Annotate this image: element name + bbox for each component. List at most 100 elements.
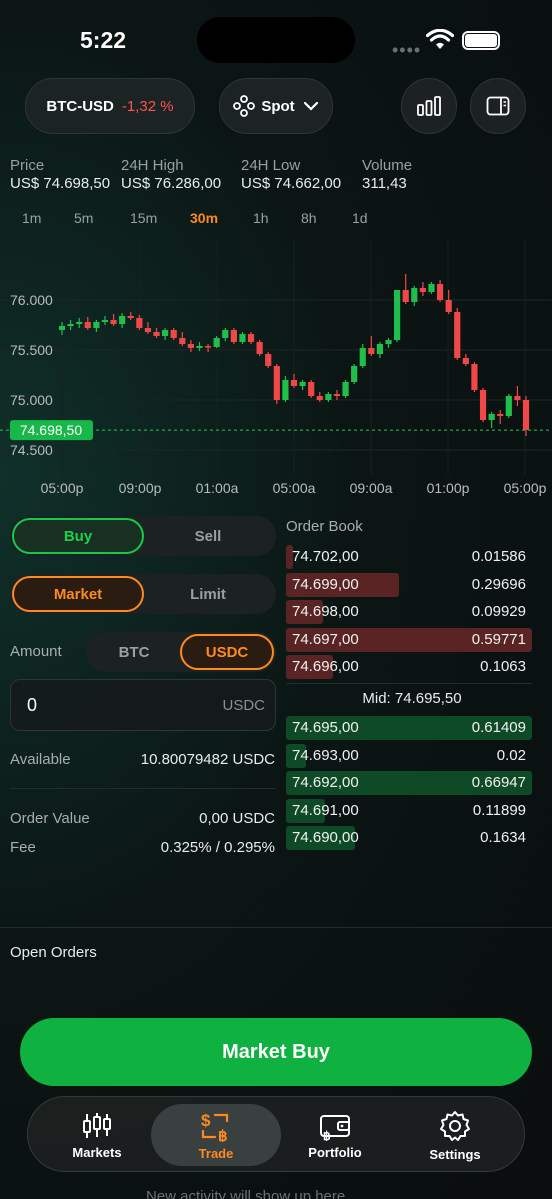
candle-up [93,322,100,328]
timeframe-1h[interactable]: 1h [253,210,269,226]
market-buy-button[interactable]: Market Buy [20,1018,532,1086]
tab-markets[interactable]: Markets [37,1104,157,1166]
candle-down [136,318,143,328]
ask-row[interactable]: 74.697,00 0.59771 [286,627,538,652]
wallet-icon: ฿ [320,1114,350,1141]
amount-value: 0 [27,695,38,715]
timeframe-8h[interactable]: 8h [301,210,317,226]
candle-up [239,334,246,342]
candle-down [308,382,315,396]
timeframe-1m[interactable]: 1m [22,210,41,226]
candle-up [488,414,495,420]
candle-up [351,366,358,382]
ask-price: 74.698,00 [292,603,359,620]
market-type-dropdown[interactable]: Spot [219,78,333,134]
status-time: 5:22 [80,27,127,53]
order-value-label: Order Value [10,810,90,827]
sell-tab[interactable]: Sell [142,518,274,554]
amount-unit: USDC [222,697,265,714]
amount-input[interactable]: 0 USDC [10,679,276,731]
bid-row[interactable]: 74.692,00 0.66947 [286,771,538,795]
buy-tab[interactable]: Buy [12,518,144,554]
ask-row[interactable]: 74.698,00 0.09929 [286,600,538,624]
tab-settings[interactable]: Settings [395,1104,515,1166]
pair-selector[interactable]: BTC-USD -1,32 % [25,78,195,134]
limit-tab[interactable]: Limit [142,576,274,612]
x-tick-label: 01:00a [196,480,239,496]
ask-row[interactable]: 74.702,00 0.01586 [286,545,538,569]
stat-high-label: 24H High [121,157,184,174]
bid-row[interactable]: 74.691,00 0.11899 [286,798,538,823]
stat-price-value: US$ 74.698,50 [10,175,111,192]
bid-size: 0.02 [496,746,526,764]
stat-low-value: US$ 74.662,00 [241,175,342,192]
candle-down [368,348,375,354]
timeframe-15m[interactable]: 15m [130,210,157,226]
candle-down [187,344,194,348]
y-tick-label: 76.000 [10,292,53,308]
bid-row[interactable]: 74.695,00 0.61409 [286,716,538,740]
network-icon [233,95,256,117]
candle-down [497,414,504,416]
tab-trade-label: Trade [198,1145,234,1161]
divider [286,683,532,684]
unit-usdc-tab[interactable]: USDC [180,634,274,670]
ask-row[interactable]: 74.696,00 0.1063 [286,655,538,679]
candle-down [153,332,160,336]
candle-down [454,312,461,358]
tab-trade[interactable]: $ ฿ Trade [151,1104,281,1166]
amount-label: Amount [10,643,62,660]
tab-portfolio[interactable]: ฿ Portfolio [275,1104,395,1166]
market-type-label: Spot [261,97,295,115]
divider [10,788,276,789]
wifi-icon [426,29,454,49]
order-book-mid: Mid: 74.695,50 [362,690,462,707]
order-value: 0,00 USDC [199,810,275,827]
timeframe-1d[interactable]: 1d [352,210,368,226]
ask-size: 0.01586 [471,548,526,565]
panel-toggle-button[interactable] [470,78,526,134]
ask-row[interactable]: 74.699,00 0.29696 [286,572,538,597]
gear-icon [440,1110,470,1141]
order-book-title: Order Book [286,518,363,535]
trade-swap-icon: $ ฿ [201,1111,229,1142]
dynamic-island [197,17,355,63]
tab-markets-label: Markets [72,1144,122,1160]
open-orders-title: Open Orders [10,944,97,961]
timeframe-30m[interactable]: 30m [190,210,218,226]
activity-hint: New activity will show up here [146,1188,346,1199]
candle-down [445,300,452,312]
candle-down [462,358,469,364]
y-tick-label: 75.500 [10,342,53,358]
chart-toggle-button[interactable] [401,78,457,134]
candle-down [316,396,323,400]
fee-value: 0.325% / 0.295% [160,839,275,856]
bid-row[interactable]: 74.690,00 0.1634 [286,826,538,850]
battery-level [465,34,497,47]
fee-label: Fee [10,839,36,856]
candle-down [179,338,186,344]
candle-up [58,326,66,330]
candle-down [419,288,426,292]
market-tab[interactable]: Market [12,576,144,612]
bid-size: 0.1634 [480,829,526,846]
tab-settings-label: Settings [429,1146,481,1162]
ask-size: 0.09929 [471,603,526,620]
bid-price: 74.693,00 [292,746,359,764]
price-chart[interactable]: 74.698,50 76.000 75.500 75.000 74.500 05:00… [0,240,552,505]
chevron-down-icon [303,101,318,111]
candle-down [110,320,117,324]
timeframe-5m[interactable]: 5m [74,210,93,226]
candle-down [479,390,487,420]
candle-up [325,394,332,400]
candle-up [342,382,349,396]
pair-name: BTC-USD [46,97,114,115]
candle-down [127,316,134,318]
svg-text:฿: ฿ [218,1128,228,1142]
bid-row[interactable]: 74.693,00 0.02 [286,743,538,768]
candle-down [522,400,530,430]
candle-down [144,328,152,332]
unit-btc-tab[interactable]: BTC [88,634,180,670]
ask-size: 0.29696 [471,575,526,593]
divider [0,927,552,928]
